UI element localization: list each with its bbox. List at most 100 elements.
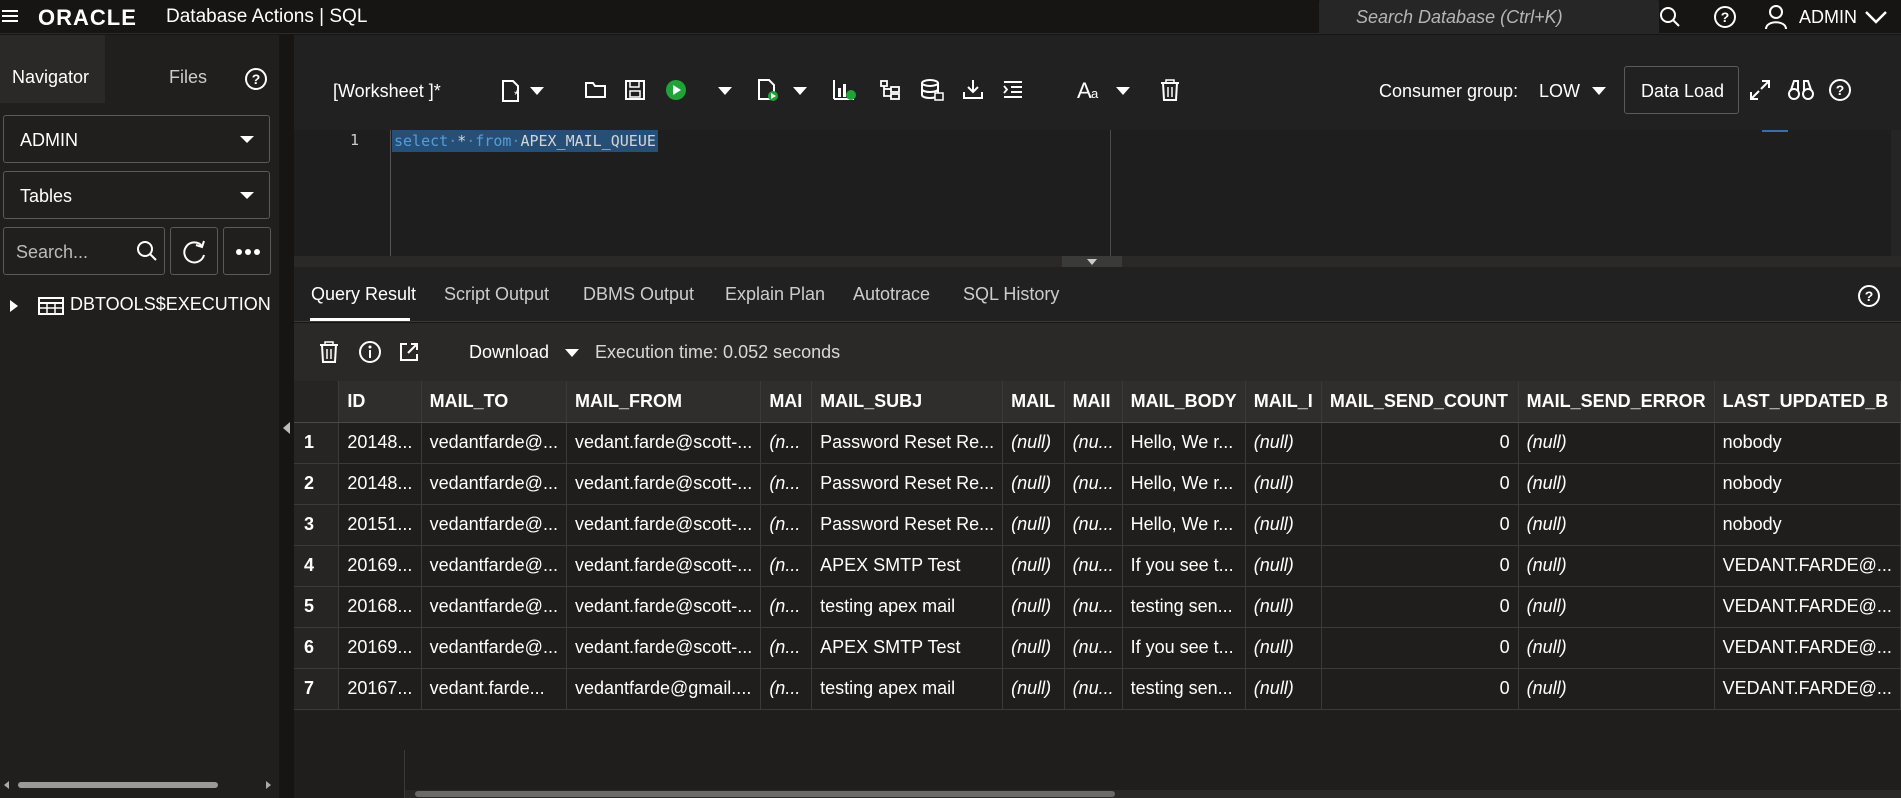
table-cell[interactable]: vedant.farde@scott-... [566, 422, 762, 464]
column-header[interactable]: MAIL_SUBJ [811, 381, 1004, 423]
table-cell[interactable]: 0 [1321, 668, 1519, 710]
column-header[interactable]: MAII [1064, 381, 1123, 423]
table-cell[interactable]: If you see t... [1122, 545, 1246, 587]
table-cell[interactable]: (n... [760, 668, 813, 710]
table-cell[interactable]: (null) [1518, 586, 1715, 628]
table-cell[interactable]: (nu... [1064, 627, 1123, 669]
chevron-down-icon[interactable] [793, 87, 807, 95]
table-cell[interactable]: (nu... [1064, 504, 1123, 546]
table-cell[interactable]: 20168... [338, 586, 422, 628]
table-cell[interactable]: 0 [1321, 463, 1519, 505]
explain-plan-icon[interactable] [879, 79, 901, 101]
table-cell[interactable]: (null) [1518, 504, 1715, 546]
table-cell[interactable]: (null) [1518, 422, 1715, 464]
table-row[interactable]: 3 20151... vedantfarde@... vedant.farde@sco… [294, 504, 1901, 546]
table-row[interactable]: 6 20169... vedantfarde@... vedant.farde@sco… [294, 627, 1901, 669]
table-cell[interactable]: (null) [1245, 627, 1322, 669]
autotrace-icon[interactable] [832, 78, 858, 102]
editor-splitter[interactable] [294, 256, 1901, 267]
table-cell[interactable]: vedant.farde@scott-... [566, 545, 762, 587]
table-cell[interactable]: vedantfarde@... [421, 586, 567, 628]
table-cell[interactable]: vedantfarde@... [421, 422, 567, 464]
download-button[interactable]: Download [469, 342, 549, 363]
search-icon[interactable] [136, 240, 158, 262]
table-cell[interactable]: Password Reset Re... [811, 504, 1004, 546]
table-cell[interactable]: 0 [1321, 504, 1519, 546]
column-header[interactable]: MAIL_SEND_ERROR [1518, 381, 1715, 423]
table-cell[interactable]: 20148... [338, 422, 422, 464]
chevron-down-icon[interactable] [718, 87, 732, 95]
download-icon[interactable] [962, 78, 984, 100]
delete-icon[interactable] [1160, 79, 1180, 101]
tab-navigator[interactable]: Navigator [0, 35, 105, 103]
table-cell[interactable]: vedantfarde@gmail.... [566, 668, 762, 710]
table-cell[interactable]: (null) [1518, 463, 1715, 505]
table-cell[interactable]: (n... [760, 545, 813, 587]
table-cell[interactable]: Password Reset Re... [811, 463, 1004, 505]
more-options-button[interactable] [223, 227, 271, 275]
table-cell[interactable]: (n... [760, 586, 813, 628]
table-row[interactable]: 4 20169... vedantfarde@... vedant.farde@sco… [294, 545, 1901, 587]
table-cell[interactable]: (n... [760, 504, 813, 546]
search-icon[interactable] [1659, 6, 1681, 28]
table-cell[interactable]: nobody [1714, 422, 1901, 464]
table-cell[interactable]: (null) [1002, 627, 1065, 669]
table-cell[interactable]: (null) [1245, 586, 1322, 628]
table-cell[interactable]: (null) [1518, 668, 1715, 710]
table-cell[interactable]: testing sen... [1122, 668, 1246, 710]
consumer-group-select[interactable]: LOW [1539, 81, 1580, 102]
new-worksheet-icon[interactable]: * [500, 79, 522, 103]
table-cell[interactable]: (null) [1245, 545, 1322, 587]
column-header[interactable]: MAIL_SEND_COUNT [1321, 381, 1519, 423]
table-cell[interactable]: (nu... [1064, 586, 1123, 628]
table-cell[interactable]: (nu... [1064, 668, 1123, 710]
table-cell[interactable]: vedantfarde@... [421, 504, 567, 546]
column-header[interactable]: MAIL_TO [421, 381, 567, 423]
format-code-icon[interactable] [1002, 80, 1024, 100]
table-cell[interactable]: testing sen... [1122, 586, 1246, 628]
table-cell[interactable]: testing apex mail [811, 586, 1004, 628]
tree-item-table[interactable]: DBTOOLS$EXECUTION_HISTORY [0, 291, 279, 321]
worksheet-name[interactable]: [Worksheet ]* [333, 81, 441, 102]
expand-arrow-icon[interactable] [10, 300, 20, 312]
table-cell[interactable]: (null) [1518, 545, 1715, 587]
table-cell[interactable]: vedantfarde@... [421, 545, 567, 587]
table-cell[interactable]: 0 [1321, 627, 1519, 669]
table-cell[interactable]: 20148... [338, 463, 422, 505]
table-cell[interactable]: (n... [760, 463, 813, 505]
table-cell[interactable]: testing apex mail [811, 668, 1004, 710]
column-header[interactable]: MAI [760, 381, 813, 423]
navigator-horizontal-scrollbar[interactable] [0, 773, 279, 798]
table-cell[interactable]: VEDANT.FARDE@... [1714, 545, 1901, 587]
table-cell[interactable]: VEDANT.FARDE@... [1714, 586, 1901, 628]
table-cell[interactable]: 20167... [338, 668, 422, 710]
table-row[interactable]: 5 20168... vedantfarde@... vedant.farde@sco… [294, 586, 1901, 628]
panel-splitter[interactable] [279, 35, 294, 798]
help-icon[interactable]: ? [1713, 5, 1737, 29]
chevron-down-icon[interactable] [530, 87, 544, 95]
table-cell[interactable]: 0 [1321, 586, 1519, 628]
table-cell[interactable]: Hello, We r... [1122, 504, 1246, 546]
table-cell[interactable]: 20151... [338, 504, 422, 546]
table-cell[interactable]: (null) [1245, 668, 1322, 710]
table-cell[interactable]: (null) [1518, 627, 1715, 669]
table-cell[interactable]: 20169... [338, 545, 422, 587]
table-cell[interactable]: APEX SMTP Test [811, 627, 1004, 669]
table-cell[interactable]: VEDANT.FARDE@... [1714, 668, 1901, 710]
tab-explain-plan[interactable]: Explain Plan [725, 284, 825, 305]
tab-sql-history[interactable]: SQL History [963, 284, 1059, 305]
table-cell[interactable]: vedantfarde@... [421, 627, 567, 669]
results-help-icon[interactable]: ? [1857, 284, 1881, 308]
table-cell[interactable]: (null) [1002, 668, 1065, 710]
tab-script-output[interactable]: Script Output [444, 284, 549, 305]
table-cell[interactable]: (null) [1245, 504, 1322, 546]
grid-horizontal-scrollbar[interactable] [405, 790, 1901, 798]
table-cell[interactable]: (n... [760, 627, 813, 669]
navigator-help-icon[interactable]: ? [244, 67, 268, 91]
open-in-new-window-icon[interactable] [398, 341, 420, 363]
user-icon[interactable] [1764, 4, 1788, 30]
column-header[interactable]: LAST_UPDATED_B [1714, 381, 1901, 423]
column-header[interactable]: MAIL_BODY [1122, 381, 1246, 423]
table-cell[interactable]: 0 [1321, 422, 1519, 464]
chevron-down-icon[interactable] [1592, 87, 1606, 95]
